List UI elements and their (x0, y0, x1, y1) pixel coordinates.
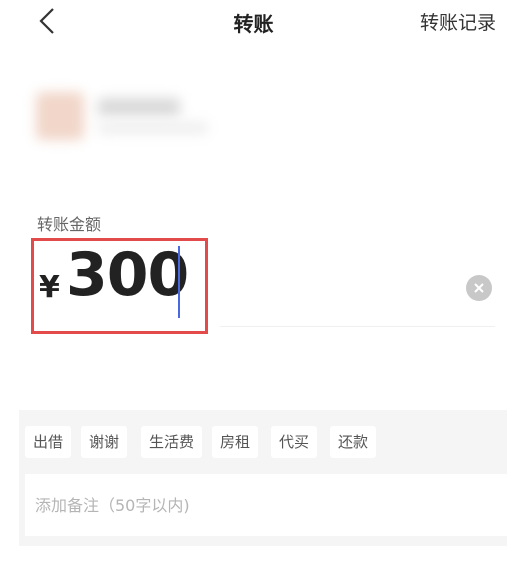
recipient-info (36, 86, 216, 146)
currency-symbol: ¥ (39, 270, 60, 305)
recipient-avatar (36, 92, 84, 140)
nav-bar: 转账 转账记录 (0, 0, 507, 44)
amount-divider (220, 326, 495, 327)
recipient-name-blurred (98, 98, 180, 116)
chip-proxy-buy[interactable]: 代买 (271, 426, 318, 458)
amount-field[interactable]: ¥ 300 (0, 238, 507, 334)
chip-lend[interactable]: 出借 (25, 426, 72, 458)
recipient-account-blurred (98, 122, 208, 134)
chip-thanks[interactable]: 谢谢 (81, 426, 128, 458)
note-input[interactable] (25, 474, 507, 536)
amount-value[interactable]: 300 (66, 240, 189, 310)
chip-living-expenses[interactable]: 生活费 (141, 426, 203, 458)
amount-label: 转账金额 (37, 215, 102, 234)
chip-repay[interactable]: 还款 (330, 426, 377, 458)
remark-panel: 出借 谢谢 生活费 房租 代买 还款 (19, 410, 507, 546)
transfer-history-link[interactable]: 转账记录 (420, 8, 496, 35)
chip-rent[interactable]: 房租 (212, 426, 259, 458)
text-caret (178, 246, 180, 318)
close-icon (474, 283, 484, 293)
clear-button[interactable] (466, 275, 492, 301)
